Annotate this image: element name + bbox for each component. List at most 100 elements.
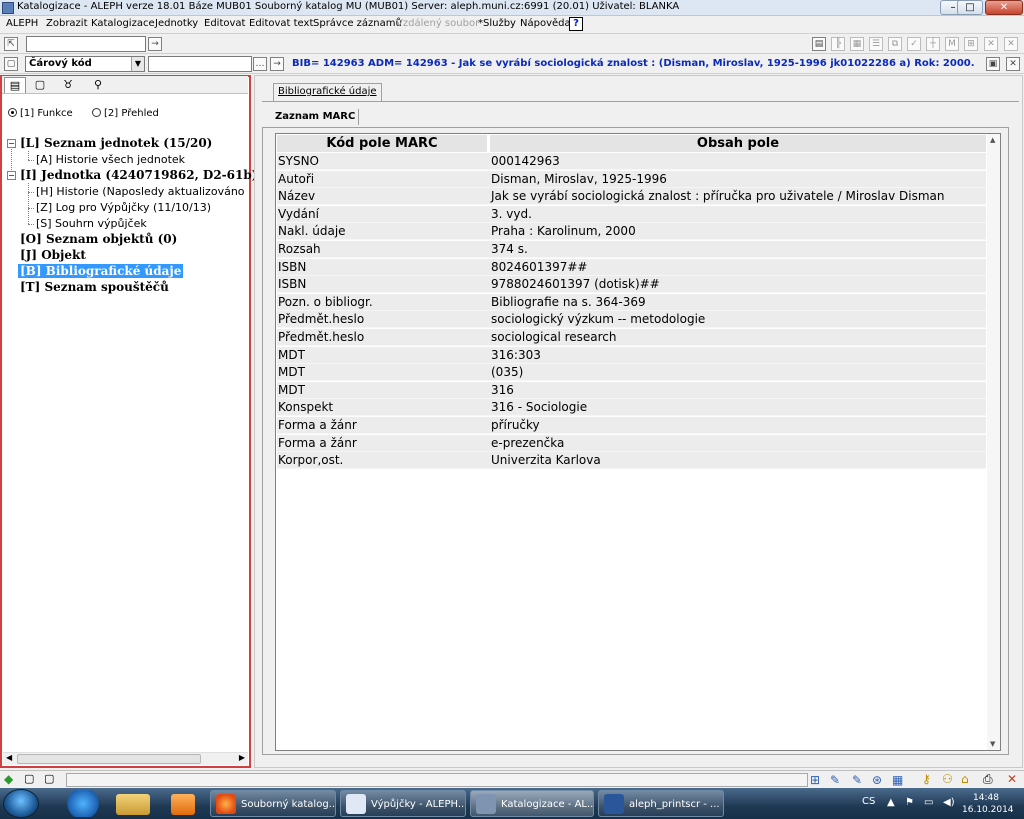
radio-funkce[interactable]: [1] Funkce <box>8 108 73 119</box>
clock[interactable]: 14:48 16.10.2014 <box>962 792 1014 816</box>
table-row[interactable]: Předmět.heslo sociologický výzkum -- meto… <box>277 311 986 329</box>
record-icon[interactable]: ▤ <box>812 37 826 51</box>
table-row[interactable]: Pozn. o bibliogr. Bibliografie na s. 364-… <box>277 293 986 311</box>
tree-item-historie[interactable]: [H] Historie (Naposledy aktualizováno 16 <box>36 185 246 198</box>
go-arrow-icon[interactable]: → <box>270 57 284 71</box>
ellipsis-button[interactable]: … <box>253 57 267 71</box>
tree-item-bibliograficke-udaje[interactable]: [B] Bibliografické údaje <box>18 264 184 278</box>
form-icon[interactable]: ▢ <box>24 772 34 785</box>
menu-jednotky[interactable]: Jednotky <box>155 18 198 29</box>
table-row[interactable]: MDT 316 <box>277 381 986 399</box>
start-button[interactable] <box>3 789 39 818</box>
menu-aleph[interactable]: ALEPH <box>6 18 38 29</box>
language-indicator[interactable]: CS <box>862 796 875 807</box>
column-header-content[interactable]: Obsah pole <box>490 135 986 152</box>
column-header-code[interactable]: Kód pole MARC <box>277 135 488 152</box>
tree-item-souhrn-vypujcek[interactable]: [S] Souhrn výpůjček <box>36 217 147 230</box>
show-hidden-icon[interactable]: ▲ <box>887 797 895 808</box>
tab-document-icon[interactable]: ▢ <box>29 77 51 93</box>
tree-item-log-vypujcky[interactable]: [Z] Log pro Výpůjčky (11/10/13) <box>36 201 211 214</box>
grid-icon[interactable]: ▦ <box>850 37 864 51</box>
menu-editovat[interactable]: Editovat <box>204 18 245 29</box>
table-row[interactable]: Forma a žánr e-prezenčka <box>277 434 986 452</box>
list-icon[interactable]: ☰ <box>869 37 883 51</box>
scroll-left-icon[interactable]: ◀ <box>6 753 12 762</box>
printer-icon[interactable]: ⎙ <box>983 772 993 787</box>
vertical-scrollbar[interactable]: ▲ ▼ <box>987 134 1000 750</box>
merge-icon[interactable]: M <box>945 37 959 51</box>
table-row[interactable]: Předmět.heslo sociological research <box>277 329 986 346</box>
close-button[interactable]: ✕ <box>985 0 1023 15</box>
flag-icon[interactable]: ⚑ <box>905 797 914 808</box>
volume-icon[interactable]: ◀) <box>943 797 955 808</box>
explorer-folder-icon[interactable] <box>116 794 150 815</box>
menu-spravce-zaznamu[interactable]: Správce záznamů <box>313 18 402 29</box>
calculator-icon[interactable]: ▦ <box>892 773 903 787</box>
table-row[interactable]: MDT (035) <box>277 364 986 382</box>
task-souborny-katalog[interactable]: Souborný katalog... <box>210 790 336 817</box>
arrow-icon[interactable]: ◆ <box>4 772 13 786</box>
menu-zobrazit[interactable]: Zobrazit <box>46 18 88 29</box>
tab-item-icon[interactable]: ♉ <box>57 77 79 93</box>
table-row[interactable]: MDT 316:303 <box>277 346 986 364</box>
table-row[interactable]: Rozsah 374 s. <box>277 241 986 258</box>
page-icon[interactable]: ▢ <box>4 57 18 71</box>
copy-icon[interactable]: ⧉ <box>888 37 902 51</box>
scroll-down-icon[interactable]: ▼ <box>990 740 995 748</box>
tool4-icon[interactable]: ⊛ <box>872 773 882 787</box>
navigate-icon[interactable]: ⇱ <box>4 37 18 51</box>
barcode-input[interactable] <box>148 56 252 72</box>
search-type-select[interactable]: Čárový kód ▼ <box>25 56 145 72</box>
delete-icon[interactable]: ✕ <box>984 37 998 51</box>
table-row[interactable]: Název Jak se vyrábí sociologická znalost … <box>277 188 986 206</box>
scroll-right-icon[interactable]: ▶ <box>239 753 245 762</box>
menu-editovat-text[interactable]: Editovat text <box>249 18 313 29</box>
table-row[interactable]: Forma a žánr příručky <box>277 417 986 434</box>
form2-icon[interactable]: ▢ <box>44 772 54 785</box>
tree-item-historie-jednotek[interactable]: [A] Historie všech jednotek <box>36 153 185 166</box>
task-vypujcky[interactable]: Výpůjčky - ALEPH... <box>340 790 466 817</box>
tab-catalog-icon[interactable]: ▤ <box>4 77 26 93</box>
go-arrow-icon[interactable]: → <box>148 37 162 51</box>
scroll-up-icon[interactable]: ▲ <box>990 136 995 144</box>
media-player-icon[interactable] <box>171 794 195 815</box>
table-row[interactable]: Konspekt 316 - Sociologie <box>277 399 986 417</box>
export-icon[interactable]: ▣ <box>986 57 1000 71</box>
tab-bibliograficke-udaje[interactable]: Bibliografické údaje <box>273 83 382 101</box>
horizontal-scrollbar[interactable]: ◀ ▶ <box>3 752 248 765</box>
table-row[interactable]: SYSNO 000142963 <box>277 153 986 170</box>
split-icon[interactable]: ┼ <box>926 37 940 51</box>
tool2-icon[interactable]: ✎ <box>830 773 840 787</box>
help-icon[interactable]: ? <box>569 17 583 31</box>
task-katalogizace[interactable]: Katalogizace - AL... <box>470 790 594 817</box>
tool1-icon[interactable]: ⊞ <box>810 773 820 787</box>
collapse-icon[interactable]: − <box>7 171 16 180</box>
home-icon[interactable]: ⌂ <box>961 772 969 786</box>
network-icon[interactable]: ▭ <box>924 797 933 808</box>
people-icon[interactable]: ⚇ <box>942 772 953 786</box>
radio-prehled[interactable]: [2] Přehled <box>92 108 159 119</box>
scroll-thumb[interactable] <box>17 754 201 764</box>
table-row[interactable]: Vydání 3. vyd. <box>277 205 986 223</box>
table-row[interactable]: Korpor,ost. Univerzita Karlova <box>277 452 986 470</box>
tree-item-objekt[interactable]: [J] Objekt <box>20 248 86 262</box>
tree-item-seznam-objektu[interactable]: [O] Seznam objektů (0) <box>20 232 177 246</box>
table-row[interactable]: Autoři Disman, Miroslav, 1925-1996 <box>277 170 986 188</box>
tree-item-jednotka[interactable]: [I] Jednotka (4240719862, D2-61b) <box>20 168 257 182</box>
menu-napoveda[interactable]: Nápověda <box>520 18 571 29</box>
key-icon[interactable]: ⚷ <box>922 772 931 786</box>
menu-sluzby[interactable]: *Služby <box>478 18 516 29</box>
tool3-icon[interactable]: ✎ <box>852 773 862 787</box>
tree-item-seznam-jednotek[interactable]: [L] Seznam jednotek (15/20) <box>20 136 212 150</box>
tree-icon[interactable]: ╠ <box>831 37 845 51</box>
internet-explorer-icon[interactable] <box>64 790 102 817</box>
menu-vzdaleny-soubor[interactable]: Vzdálený soubor <box>396 18 479 29</box>
check-icon[interactable]: ✓ <box>907 37 921 51</box>
table-row[interactable]: ISBN 9788024601397 (dotisk)## <box>277 276 986 294</box>
table-row[interactable]: ISBN 8024601397## <box>277 258 986 276</box>
tab-search-icon[interactable]: ⚲ <box>87 77 109 93</box>
table-row[interactable]: Nakl. údaje Praha : Karolinum, 2000 <box>277 223 986 241</box>
collapse-icon[interactable]: − <box>7 139 16 148</box>
expand-icon[interactable]: ⊞ <box>964 37 978 51</box>
close-record-icon[interactable]: ✕ <box>1004 37 1018 51</box>
